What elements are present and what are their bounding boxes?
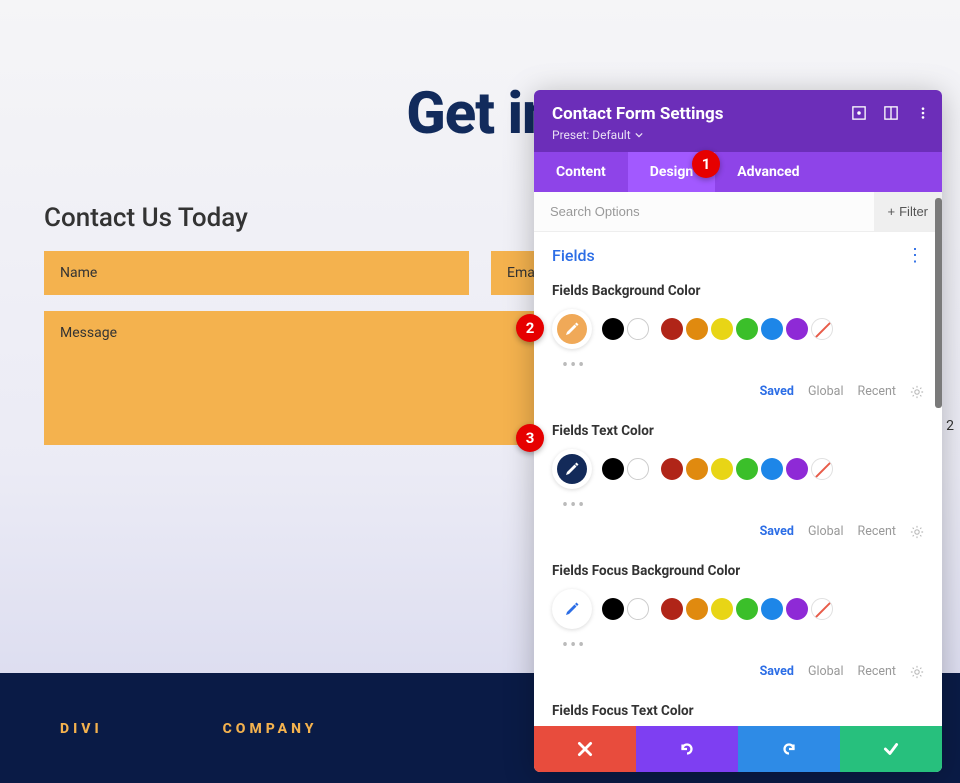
color-swatch-white[interactable] <box>627 458 649 480</box>
color-swatch[interactable] <box>711 458 733 480</box>
cancel-button[interactable] <box>534 726 636 772</box>
color-swatch[interactable] <box>761 458 783 480</box>
badge-3: 3 <box>516 424 544 452</box>
color-swatch[interactable] <box>602 458 624 480</box>
panel-tabs: Content Design Advanced <box>534 152 942 192</box>
option-label: Fields Focus Background Color <box>552 563 924 579</box>
filter-label: Filter <box>899 204 928 219</box>
redo-button[interactable] <box>738 726 840 772</box>
color-swatch[interactable] <box>736 458 758 480</box>
section-fields-title[interactable]: Fields <box>552 246 595 265</box>
swatch-row <box>552 449 924 489</box>
palette-tab-saved[interactable]: Saved <box>760 664 794 679</box>
search-row: + Filter <box>534 192 942 232</box>
settings-panel: Contact Form Settings Preset: Default Co… <box>534 90 942 772</box>
confirm-button[interactable] <box>840 726 942 772</box>
color-swatch-white[interactable] <box>627 318 649 340</box>
tab-advanced[interactable]: Advanced <box>715 152 821 192</box>
color-swatch-none[interactable] <box>811 318 833 340</box>
gear-icon[interactable] <box>910 665 924 679</box>
badge-2: 2 <box>516 314 544 342</box>
more-dots-icon[interactable]: ••• <box>562 635 924 656</box>
gear-icon[interactable] <box>910 385 924 399</box>
swatch-row <box>552 309 924 349</box>
swatch-row <box>552 589 924 629</box>
eyedropper-icon <box>564 461 580 477</box>
palette-tab-saved[interactable]: Saved <box>760 524 794 539</box>
undo-button[interactable] <box>636 726 738 772</box>
palette-tab-global[interactable]: Global <box>808 524 844 539</box>
preset-label: Preset: Default <box>552 128 631 142</box>
undo-icon <box>678 740 696 758</box>
search-input[interactable] <box>550 192 874 231</box>
palette-tab-recent[interactable]: Recent <box>858 384 897 399</box>
panel-footer <box>534 726 942 772</box>
color-swatch[interactable] <box>661 598 683 620</box>
gear-icon[interactable] <box>910 525 924 539</box>
color-swatch[interactable] <box>736 598 758 620</box>
color-swatch[interactable] <box>711 598 733 620</box>
eyedropper-icon <box>564 321 580 337</box>
more-dots-icon[interactable]: ••• <box>562 355 924 376</box>
option-label: Fields Text Color <box>552 423 924 439</box>
eyedropper-icon <box>564 601 580 617</box>
color-picker-button[interactable] <box>552 309 592 349</box>
color-swatch[interactable] <box>602 318 624 340</box>
scrollbar[interactable] <box>935 198 942 408</box>
option-label: Fields Background Color <box>552 283 924 299</box>
color-swatch-white[interactable] <box>627 598 649 620</box>
color-swatch[interactable] <box>686 598 708 620</box>
close-icon <box>576 740 594 758</box>
footer-col-divi: DIVI <box>60 721 103 783</box>
palette-tabs: Saved Global Recent <box>552 524 924 539</box>
plus-icon: + <box>888 204 896 219</box>
color-option-block: Fields Focus Text Color ••• Saved Global… <box>552 703 924 726</box>
menu-icon[interactable] <box>916 106 930 120</box>
more-dots-icon[interactable]: ••• <box>562 495 924 516</box>
palette-tab-recent[interactable]: Recent <box>858 524 897 539</box>
color-option-block: Fields Text Color ••• Saved Global Recen… <box>552 423 924 539</box>
chevron-down-icon <box>635 131 643 139</box>
name-input[interactable] <box>44 251 469 295</box>
palette-tab-saved[interactable]: Saved <box>760 384 794 399</box>
redo-icon <box>780 740 798 758</box>
check-icon <box>882 740 900 758</box>
color-picker-button[interactable] <box>552 589 592 629</box>
color-option-block: Fields Focus Background Color ••• Saved … <box>552 563 924 679</box>
color-swatch[interactable] <box>711 318 733 340</box>
color-swatch[interactable] <box>602 598 624 620</box>
color-swatch[interactable] <box>761 318 783 340</box>
peek-text: 2 <box>946 418 954 434</box>
palette-tab-global[interactable]: Global <box>808 384 844 399</box>
color-swatch[interactable] <box>661 318 683 340</box>
color-option-block: Fields Background Color ••• Saved Global… <box>552 283 924 399</box>
panel-body: Fields ⋮ Fields Background Color ••• Sav… <box>534 232 942 726</box>
columns-icon[interactable] <box>884 106 898 120</box>
filter-button[interactable]: + Filter <box>874 192 942 231</box>
color-swatch[interactable] <box>786 458 808 480</box>
footer-col-company: COMPANY <box>223 721 318 783</box>
tab-content[interactable]: Content <box>534 152 628 192</box>
color-swatch[interactable] <box>786 318 808 340</box>
color-swatch-none[interactable] <box>811 598 833 620</box>
color-swatch[interactable] <box>761 598 783 620</box>
color-swatch[interactable] <box>736 318 758 340</box>
color-swatch[interactable] <box>661 458 683 480</box>
section-menu-icon[interactable]: ⋮ <box>906 247 924 265</box>
option-label: Fields Focus Text Color <box>552 703 924 719</box>
palette-tab-global[interactable]: Global <box>808 664 844 679</box>
palette-tabs: Saved Global Recent <box>552 384 924 399</box>
color-swatch[interactable] <box>686 318 708 340</box>
color-picker-button[interactable] <box>552 449 592 489</box>
panel-header: Contact Form Settings Preset: Default <box>534 90 942 152</box>
color-swatch[interactable] <box>786 598 808 620</box>
palette-tab-recent[interactable]: Recent <box>858 664 897 679</box>
color-swatch[interactable] <box>686 458 708 480</box>
focus-icon[interactable] <box>852 106 866 120</box>
color-swatch-none[interactable] <box>811 458 833 480</box>
badge-1: 1 <box>692 150 720 178</box>
palette-tabs: Saved Global Recent <box>552 664 924 679</box>
panel-preset[interactable]: Preset: Default <box>552 128 924 142</box>
